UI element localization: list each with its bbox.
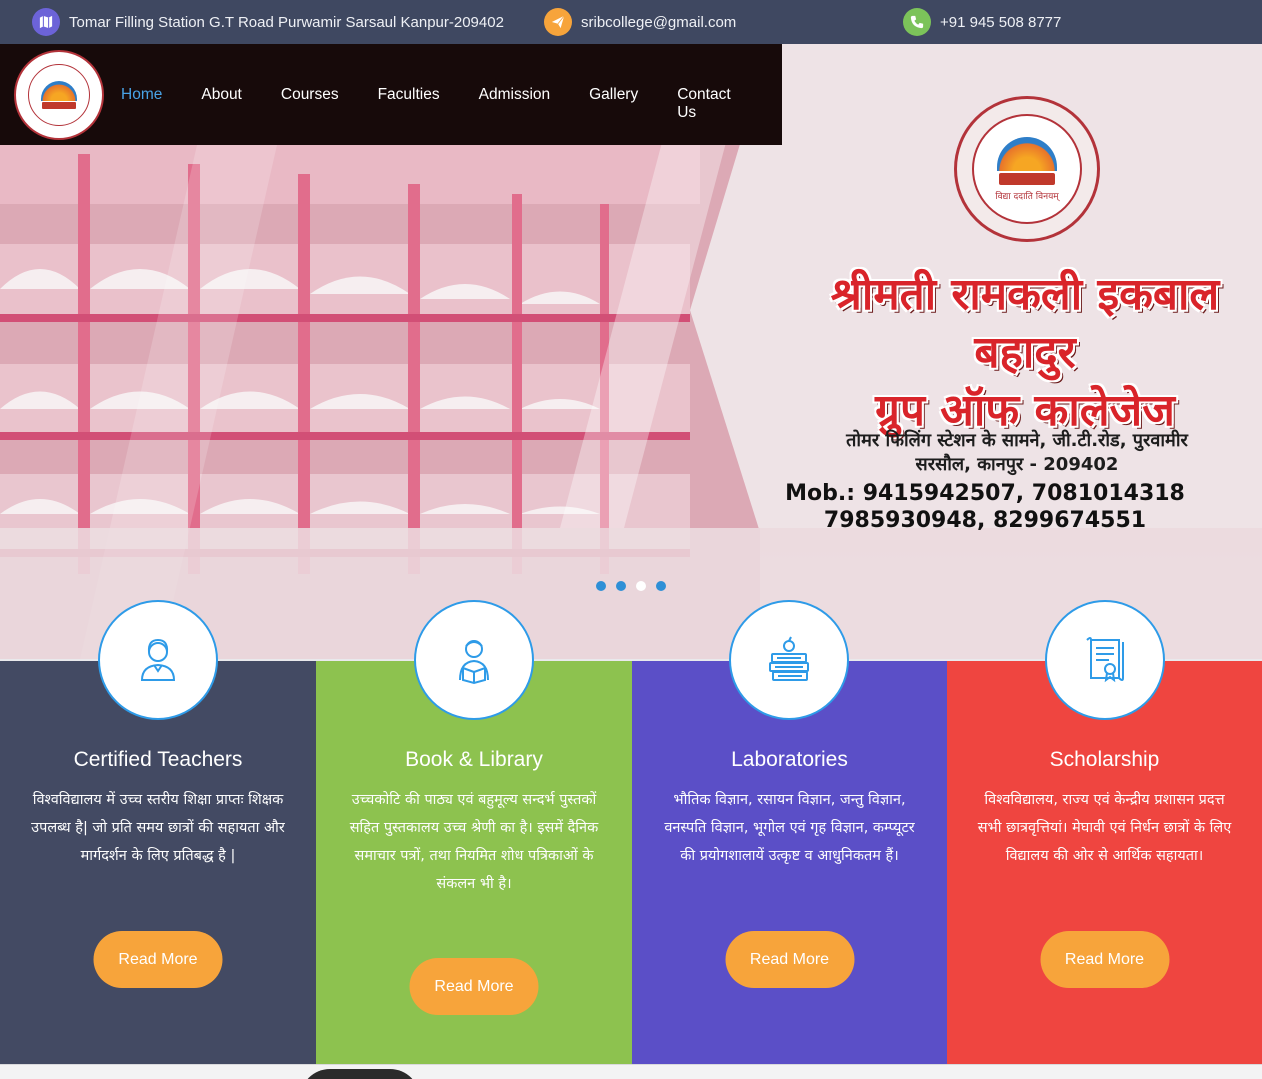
address-text: Tomar Filling Station G.T Road Purwamir … bbox=[69, 13, 504, 31]
read-more-button[interactable]: Read More bbox=[725, 931, 854, 988]
read-more-button[interactable]: Read More bbox=[93, 931, 223, 988]
nav-admission[interactable]: Admission bbox=[479, 86, 551, 122]
nav-courses[interactable]: Courses bbox=[281, 86, 339, 122]
rising-sun-icon bbox=[997, 136, 1057, 171]
feature-title: Book & Library bbox=[405, 748, 543, 771]
slider-dots bbox=[596, 581, 666, 591]
map-icon bbox=[32, 8, 60, 36]
next-section-image bbox=[300, 1069, 420, 1079]
reader-icon-circle bbox=[414, 600, 534, 720]
hero-address-line-1: तोमर फिलिंग स्टेशन के सामने, जी.टी.रोड, … bbox=[846, 430, 1188, 451]
feature-title: Laboratories bbox=[731, 748, 848, 771]
books-apple-icon bbox=[769, 636, 809, 681]
nav-about[interactable]: About bbox=[201, 86, 242, 122]
feature-text: विश्वविद्यालय में उच्च स्तरीय शिक्षा प्र… bbox=[31, 792, 285, 864]
certificate-icon-circle bbox=[1045, 600, 1165, 720]
nav-home[interactable]: Home bbox=[121, 86, 162, 122]
nav-faculties[interactable]: Faculties bbox=[378, 86, 440, 122]
hero-address: तोमर फिलिंग स्टेशन के सामने, जी.टी.रोड, … bbox=[776, 429, 1258, 477]
read-more-button[interactable]: Read More bbox=[1040, 931, 1169, 988]
feature-card-laboratories: Laboratories भौतिक विज्ञान, रसायन विज्ञा… bbox=[632, 661, 947, 1064]
hero-title: श्रीमती रामकली इकबाल बहादुर ग्रुप ऑफ काल… bbox=[800, 266, 1250, 440]
teacher-icon-circle bbox=[98, 600, 218, 720]
feature-text: भौतिक विज्ञान, रसायन विज्ञान, जन्तु विज्… bbox=[664, 792, 915, 864]
phone-icon bbox=[903, 8, 931, 36]
slider-dot-4[interactable] bbox=[656, 581, 666, 591]
feature-card-certified-teachers: Certified Teachers विश्वविद्यालय में उच्… bbox=[0, 661, 316, 1064]
site-header: Home About Courses Faculties Admission G… bbox=[0, 44, 782, 145]
slider-dot-2[interactable] bbox=[616, 581, 626, 591]
logo-book-icon bbox=[42, 102, 76, 109]
emblem-motto: विद्या ददाति विनयम् bbox=[995, 191, 1059, 202]
feature-text: उच्चकोटि की पाठ्य एवं बहुमूल्य सन्दर्भ प… bbox=[349, 792, 599, 892]
hero-mobile-numbers: Mob.: 9415942507, 7081014318 7985930948,… bbox=[770, 480, 1200, 534]
college-logo[interactable] bbox=[14, 50, 104, 140]
feature-card-book-library: Book & Library उच्चकोटि की पाठ्य एवं बहु… bbox=[316, 661, 632, 1064]
hero-mobile-line-2: 7985930948, 8299674551 bbox=[823, 508, 1147, 533]
nav-contact-us[interactable]: Contact Us bbox=[677, 86, 743, 122]
phone-info[interactable]: +91 945 508 8777 bbox=[903, 7, 1061, 37]
top-info-bar: Tomar Filling Station G.T Road Purwamir … bbox=[0, 0, 1262, 44]
hero-title-line-1: श्रीमती रामकली इकबाल बहादुर bbox=[830, 269, 1220, 378]
phone-text[interactable]: +91 945 508 8777 bbox=[940, 14, 1061, 31]
feature-card-scholarship: Scholarship विश्वविद्यालय, राज्य एवं केन… bbox=[947, 661, 1262, 1064]
college-emblem: विद्या ददाति विनयम् bbox=[954, 96, 1100, 242]
hero-address-line-2: सरसौल, कानपुर - 209402 bbox=[915, 454, 1119, 475]
teacher-icon bbox=[140, 638, 176, 681]
paper-plane-icon bbox=[544, 8, 572, 36]
reader-icon bbox=[459, 640, 489, 685]
certificate-icon bbox=[1086, 637, 1124, 683]
next-section-peek bbox=[0, 1064, 1262, 1079]
slider-dot-1[interactable] bbox=[596, 581, 606, 591]
hero-mobile-line-1: Mob.: 9415942507, 7081014318 bbox=[785, 481, 1185, 506]
email-text[interactable]: sribcollege@gmail.com bbox=[581, 14, 736, 31]
email-info[interactable]: sribcollege@gmail.com bbox=[544, 7, 736, 37]
feature-text: विश्वविद्यालय, राज्य एवं केन्द्रीय प्रशा… bbox=[977, 792, 1232, 864]
books-apple-icon-circle bbox=[729, 600, 849, 720]
logo-sun-icon bbox=[41, 81, 77, 101]
read-more-button[interactable]: Read More bbox=[409, 958, 539, 1015]
address-info: Tomar Filling Station G.T Road Purwamir … bbox=[32, 7, 504, 37]
feature-title: Scholarship bbox=[1049, 748, 1160, 771]
nav-gallery[interactable]: Gallery bbox=[589, 86, 638, 122]
main-nav: Home About Courses Faculties Admission G… bbox=[121, 86, 782, 122]
slider-dot-3[interactable] bbox=[636, 581, 646, 591]
feature-title: Certified Teachers bbox=[73, 748, 243, 771]
features-section: Certified Teachers विश्वविद्यालय में उच्… bbox=[0, 661, 1262, 1064]
open-book-icon bbox=[999, 172, 1055, 185]
